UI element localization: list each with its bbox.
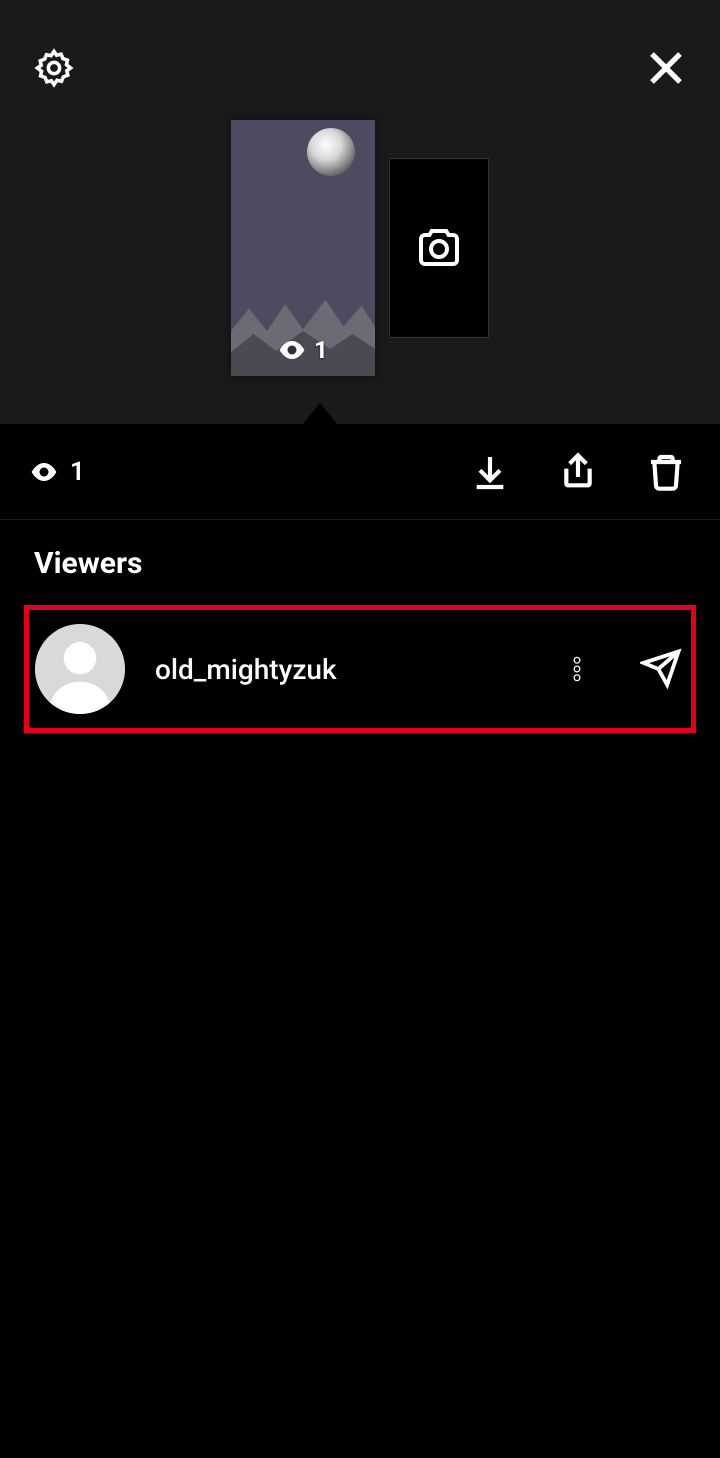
viewer-send-button[interactable] xyxy=(637,645,685,693)
viewer-more-button[interactable] xyxy=(553,645,601,693)
share-icon xyxy=(558,452,598,492)
viewers-heading: Viewers xyxy=(34,546,686,581)
delete-button[interactable] xyxy=(642,448,690,496)
top-bar xyxy=(0,38,720,98)
gear-icon xyxy=(33,47,75,89)
story-preview-region: 1 xyxy=(0,0,720,424)
eye-icon xyxy=(278,341,306,359)
viewer-username: old_mightyzuk xyxy=(155,653,517,686)
avatar-placeholder-icon xyxy=(35,624,125,714)
close-button[interactable] xyxy=(642,44,690,92)
download-icon xyxy=(470,452,510,492)
send-icon xyxy=(640,648,682,690)
story-thumbnails: 1 xyxy=(0,120,720,376)
close-icon xyxy=(645,47,687,89)
trash-icon xyxy=(646,452,686,492)
share-button[interactable] xyxy=(554,448,602,496)
viewers-section: Viewers old_mightyzuk xyxy=(0,520,720,733)
thumbnail-view-number: 1 xyxy=(314,336,328,364)
story-thumbnail[interactable]: 1 xyxy=(231,120,375,376)
download-button[interactable] xyxy=(466,448,514,496)
camera-icon xyxy=(415,224,463,272)
thumbnail-view-count: 1 xyxy=(231,336,375,364)
add-story-button[interactable] xyxy=(389,158,489,338)
action-bar: 1 xyxy=(0,424,720,520)
story-art-moon xyxy=(307,128,355,176)
selected-story-indicator xyxy=(302,403,338,425)
eye-icon xyxy=(30,463,58,481)
settings-button[interactable] xyxy=(30,44,78,92)
view-count-number: 1 xyxy=(70,457,85,487)
more-vertical-icon xyxy=(562,654,592,684)
view-count: 1 xyxy=(30,457,85,487)
avatar xyxy=(35,624,125,714)
viewer-row[interactable]: old_mightyzuk xyxy=(24,605,696,733)
